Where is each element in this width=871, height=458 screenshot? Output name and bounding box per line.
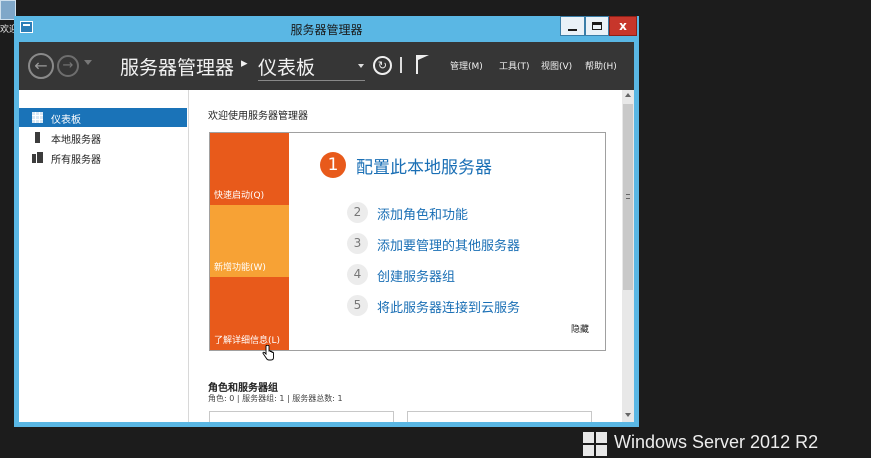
hand-cursor-icon <box>262 345 274 361</box>
windows-branding-text: Windows Server 2012 R2 <box>614 432 819 452</box>
tile-whats-new[interactable]: 新增功能(W) <box>210 205 289 277</box>
scroll-down-icon[interactable] <box>625 413 631 417</box>
tile-quick-start[interactable]: 快速启动(Q) <box>210 133 289 205</box>
step-link[interactable]: 创建服务器组 <box>377 266 455 285</box>
breadcrumb-underline <box>258 80 365 81</box>
windows-logo-icon <box>583 432 607 456</box>
forward-button[interactable]: → <box>57 55 79 77</box>
step-link[interactable]: 配置此本地服务器 <box>356 153 492 178</box>
forward-arrow-icon: → <box>62 58 74 73</box>
history-dropdown-icon[interactable] <box>84 60 92 65</box>
menu-manage[interactable]: 管理(M) <box>450 59 483 72</box>
refresh-button[interactable]: ↻ <box>373 56 392 75</box>
step-link[interactable]: 将此服务器连接到云服务 <box>377 297 520 316</box>
nav-divider <box>400 57 402 73</box>
minimize-button[interactable] <box>560 16 585 36</box>
minimize-icon <box>568 28 577 31</box>
menu-view[interactable]: 视图(V) <box>541 59 572 72</box>
hide-button[interactable]: 隐藏 <box>571 322 589 335</box>
scroll-up-icon[interactable] <box>625 93 631 97</box>
tile-label: 快速启动(Q) <box>214 191 265 201</box>
scroll-thumb[interactable] <box>623 104 633 290</box>
breadcrumb-separator-icon: ▸ <box>241 56 248 71</box>
maximize-icon <box>592 22 602 30</box>
menu-tools[interactable]: 工具(T) <box>499 59 530 72</box>
dashboard-main: 欢迎使用服务器管理器 快速启动(Q) 新增功能(W) 了解详细信息(L) 1 配… <box>190 90 622 422</box>
step-link[interactable]: 添加角色和功能 <box>377 204 468 223</box>
server-icon <box>35 132 40 143</box>
back-button[interactable]: ← <box>28 53 54 79</box>
tile-learn-more[interactable]: 了解详细信息(L) <box>210 277 289 350</box>
breadcrumb-current[interactable]: 仪表板 <box>258 53 315 80</box>
role-card[interactable] <box>407 411 592 422</box>
step-number-badge: 1 <box>320 152 346 178</box>
close-button[interactable]: x <box>609 16 637 36</box>
servers-icon <box>32 152 43 163</box>
sidebar-item-label: 仪表板 <box>51 115 81 126</box>
role-card[interactable] <box>209 411 394 422</box>
sidebar-item-dashboard[interactable]: 仪表板 <box>19 108 187 127</box>
step-number-badge: 4 <box>347 264 368 285</box>
quick-start-panel: 快速启动(Q) 新增功能(W) 了解详细信息(L) 1 配置此本地服务器 2 添… <box>209 132 606 351</box>
sidebar: 仪表板 本地服务器 所有服务器 <box>19 90 189 422</box>
sidebar-item-local-server[interactable]: 本地服务器 <box>19 128 187 147</box>
scroll-grip-icon <box>626 194 630 199</box>
sidebar-item-all-servers[interactable]: 所有服务器 <box>19 148 187 167</box>
server-manager-window: 服务器管理器 x ← → 服务器管理器 ▸ 仪表板 ↻ 管理(M) 工具(T) … <box>14 16 639 427</box>
notifications-flag-icon[interactable] <box>416 55 429 74</box>
tile-label: 新增功能(W) <box>214 263 266 273</box>
navigation-bar: ← → 服务器管理器 ▸ 仪表板 ↻ 管理(M) 工具(T) 视图(V) 帮助(… <box>19 42 634 90</box>
window-title: 服务器管理器 <box>290 23 363 37</box>
roles-summary: 角色: 0 | 服务器组: 1 | 服务器总数: 1 <box>208 394 343 403</box>
dashboard-icon <box>32 112 43 123</box>
roles-heading: 角色和服务器组 <box>208 383 278 394</box>
step-number-badge: 2 <box>347 202 368 223</box>
refresh-icon: ↻ <box>377 59 388 72</box>
step-number-badge: 3 <box>347 233 368 254</box>
welcome-heading: 欢迎使用服务器管理器 <box>208 111 308 122</box>
content-area: 仪表板 本地服务器 所有服务器 欢迎使用服务器管理器 快速启动(Q) 新增功能(… <box>19 90 634 422</box>
maximize-button[interactable] <box>585 16 609 36</box>
breadcrumb-root[interactable]: 服务器管理器 <box>120 53 234 80</box>
step-number-badge: 5 <box>347 295 368 316</box>
close-icon: x <box>619 19 627 33</box>
menu-help[interactable]: 帮助(H) <box>585 59 617 72</box>
title-bar[interactable]: 服务器管理器 x <box>14 16 639 41</box>
sidebar-item-label: 本地服务器 <box>51 135 101 146</box>
step-link[interactable]: 添加要管理的其他服务器 <box>377 235 520 254</box>
back-arrow-icon: ← <box>34 56 48 75</box>
breadcrumb-dropdown-icon[interactable] <box>358 64 364 68</box>
sidebar-item-label: 所有服务器 <box>51 155 101 166</box>
vertical-scrollbar[interactable] <box>622 90 634 422</box>
